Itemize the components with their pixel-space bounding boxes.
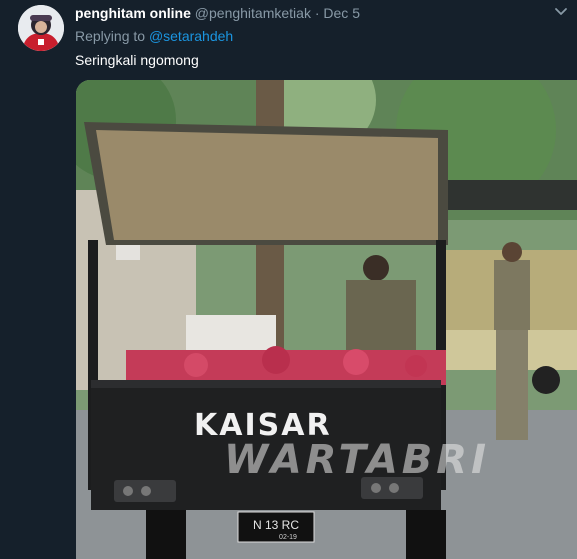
license-plate-sub: 02-19	[279, 534, 297, 541]
display-name[interactable]: penghitam online	[75, 5, 191, 21]
separator-dot: ·	[314, 5, 320, 21]
license-plate: N 13 RC	[253, 518, 299, 532]
tweet-header: penghitam online @penghitamketiak · Dec …	[75, 4, 547, 24]
user-handle[interactable]: @penghitamketiak	[195, 5, 311, 21]
user-avatar[interactable]	[18, 5, 64, 51]
replying-to: Replying to @setarahdeh	[75, 27, 233, 45]
replying-label: Replying to	[75, 28, 146, 44]
tweet-date[interactable]: Dec 5	[323, 5, 360, 21]
chevron-down-icon[interactable]	[553, 5, 569, 19]
reply-mention-link[interactable]: @setarahdeh	[149, 28, 233, 44]
watermark: WARTABRI	[224, 437, 490, 483]
tweet-text: Seringkali ngomong	[75, 52, 199, 68]
tweet-photo[interactable]: N 13 RC 02-19 KAISAR WARTABRI	[76, 80, 577, 559]
